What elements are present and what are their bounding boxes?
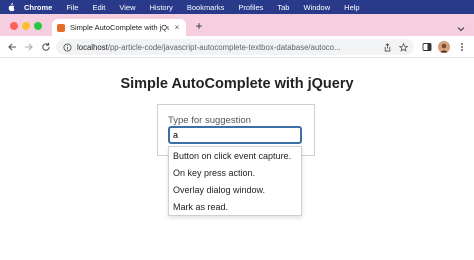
suggestion-input[interactable] — [168, 126, 302, 144]
address-bar[interactable]: localhost/pp-article-code/javascript-aut… — [56, 39, 414, 55]
menu-file[interactable]: File — [66, 3, 78, 12]
tab-strip: Simple AutoComplete with jQu × + — [0, 14, 474, 36]
reload-icon[interactable] — [40, 41, 52, 53]
bookmark-star-icon[interactable] — [398, 42, 408, 52]
tab-title: Simple AutoComplete with jQu — [70, 23, 169, 32]
tab-close-icon[interactable]: × — [173, 23, 181, 32]
menu-window[interactable]: Window — [303, 3, 330, 12]
apple-icon[interactable] — [6, 2, 16, 12]
profile-avatar[interactable] — [438, 41, 450, 53]
site-info-icon[interactable] — [62, 42, 72, 52]
menu-help[interactable]: Help — [344, 3, 359, 12]
menu-history[interactable]: History — [150, 3, 173, 12]
new-tab-button[interactable]: + — [193, 20, 205, 32]
browser-toolbar: localhost/pp-article-code/javascript-aut… — [0, 36, 474, 58]
suggestion-item[interactable]: Button on click event capture. — [169, 147, 301, 164]
menu-profiles[interactable]: Profiles — [238, 3, 263, 12]
menu-bookmarks[interactable]: Bookmarks — [187, 3, 225, 12]
share-icon[interactable] — [382, 42, 392, 52]
suggestion-item[interactable]: Mark as read. — [169, 198, 301, 215]
menu-edit[interactable]: Edit — [92, 3, 105, 12]
menu-bar: Chrome File Edit View History Bookmarks … — [0, 0, 474, 14]
side-panel-icon[interactable] — [421, 41, 433, 53]
favicon-icon — [57, 23, 65, 32]
page-title: Simple AutoComplete with jQuery — [120, 76, 354, 92]
fullscreen-window-button[interactable] — [34, 22, 42, 30]
close-window-button[interactable] — [10, 22, 18, 30]
back-icon[interactable] — [6, 41, 18, 53]
menu-view[interactable]: View — [119, 3, 135, 12]
suggestion-label: Type for suggestion — [168, 115, 251, 126]
suggestion-dropdown: Button on click event capture. On key pr… — [168, 146, 302, 216]
url-path: /pp-article-code/javascript-autocomplete… — [107, 42, 341, 52]
suggestion-item[interactable]: On key press action. — [169, 164, 301, 181]
url-host: localhost — [77, 42, 108, 52]
suggestion-item[interactable]: Overlay dialog window. — [169, 181, 301, 198]
address-url: localhost/pp-article-code/javascript-aut… — [77, 43, 376, 52]
browser-tab[interactable]: Simple AutoComplete with jQu × — [52, 19, 186, 36]
menu-app-name[interactable]: Chrome — [24, 3, 52, 12]
minimize-window-button[interactable] — [22, 22, 30, 30]
menu-tab[interactable]: Tab — [277, 3, 289, 12]
more-menu-icon[interactable] — [456, 41, 468, 53]
forward-icon[interactable] — [23, 41, 35, 53]
tab-search-icon[interactable] — [456, 21, 466, 32]
